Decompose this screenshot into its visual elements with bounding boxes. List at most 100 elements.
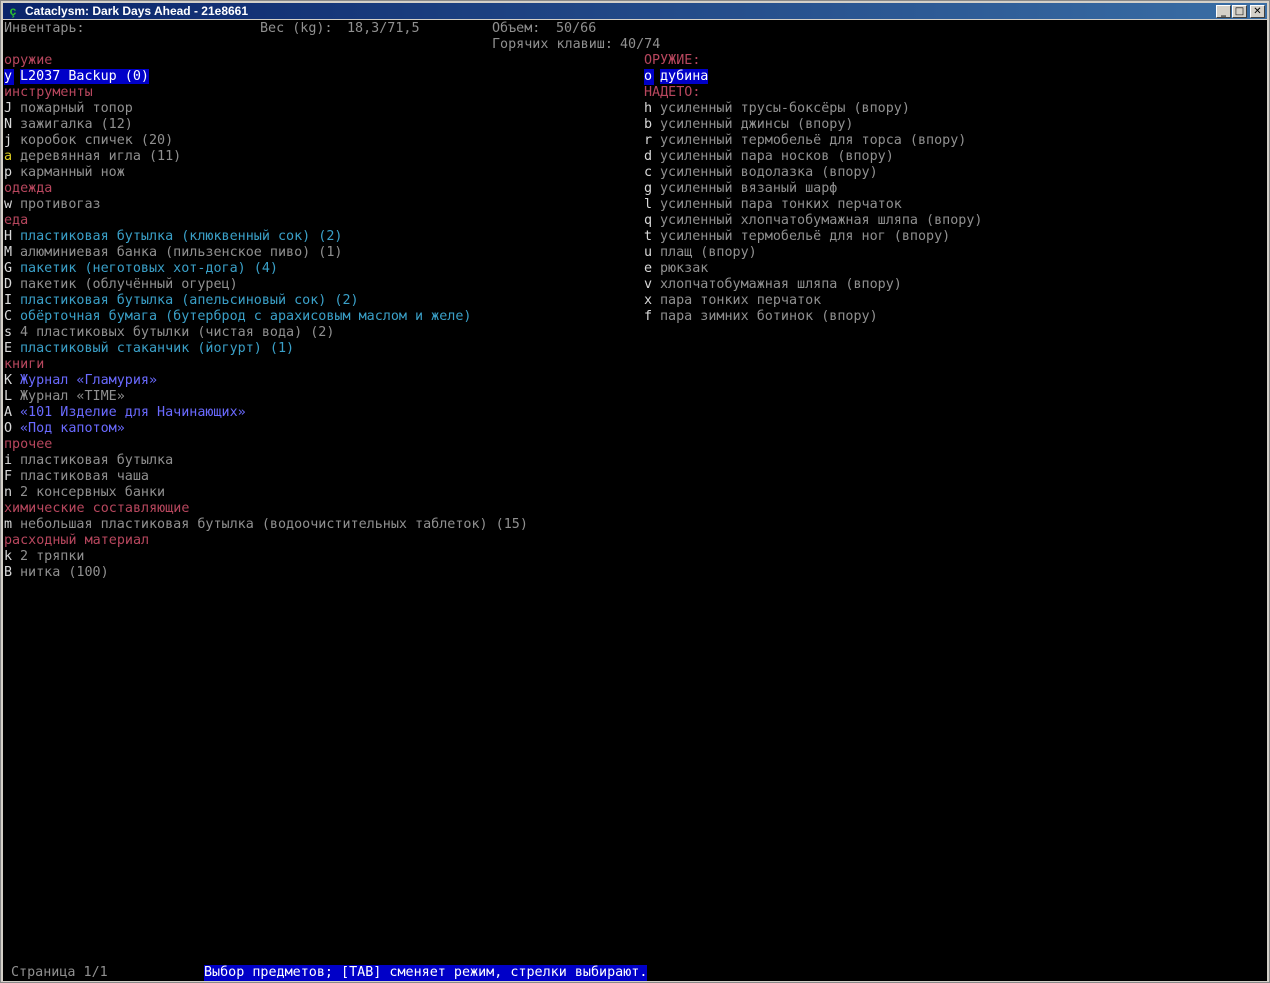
item-hotkey: h [644,101,653,116]
inventory-item[interactable]: O «Под капотом» [4,421,125,437]
category-header: оружие [4,53,52,69]
category-label: книги [4,357,45,372]
app-icon: ç [9,4,17,18]
item-hotkey: b [644,117,653,132]
page-indicator: Страница 1/1 [11,965,108,980]
inventory-item[interactable]: t усиленный термобельё для ног (впору) [644,229,950,245]
inventory-item[interactable]: j коробок спичек (20) [4,133,173,149]
item-name: «101 Изделие для Начинающих» [20,405,246,420]
item-hotkey: q [644,213,653,228]
item-name: Журнал «Гламурия» [20,373,158,388]
item-name: пластиковый стаканчик (йогурт) (1) [20,341,295,356]
inventory-item[interactable]: Jпожарный топор [4,101,133,117]
inventory-item[interactable]: Fпластиковая чаша [4,469,149,485]
minimize-button[interactable]: _ [1216,5,1231,18]
item-hotkey: M [4,245,13,260]
inventory-item[interactable]: y L2037 Backup (0) [4,69,149,85]
item-name: пакетик (неготовых хот-дога) (4) [20,261,278,276]
category-label: НАДЕТО: [644,85,701,100]
item-hotkey: t [644,229,653,244]
item-hotkey: I [4,293,13,308]
inventory-item[interactable]: Mалюминиевая банка (пильзенское пиво) (1… [4,245,342,261]
inventory-item[interactable]: q усиленный хлопчатобумажная шляпа (впору… [644,213,982,229]
item-hotkey: k [4,549,13,564]
item-hotkey: x [644,293,653,308]
maximize-button[interactable]: □ [1232,5,1247,18]
inventory-item[interactable]: n 2 консервных банки [4,485,165,501]
inventory-item[interactable]: h усиленный трусы-боксёры (впору) [644,101,910,117]
inventory-item[interactable]: o дубина [644,69,709,85]
category-header: книги [4,357,44,373]
item-name: алюминиевая банка (пильзенское пиво) (1) [20,245,343,260]
inventory-item[interactable]: L Журнал «TIME» [4,389,125,405]
item-name: деревянная игла (11) [20,149,182,164]
category-label: инструменты [4,85,93,100]
inventory-item[interactable]: r усиленный термобельё для торса (впору) [644,133,966,149]
inventory-item[interactable]: Hпластиковая бутылка (клюквенный сок) (2… [4,229,342,245]
item-hotkey: D [4,277,13,292]
item-name: обёрточная бумага (бутерброд с арахисовы… [20,309,472,324]
inventory-item[interactable]: f пара зимних ботинок (впору) [644,309,878,325]
item-name: пластиковая бутылка [20,453,174,468]
inventory-item[interactable]: u плащ (впору) [644,245,757,261]
inventory-item[interactable]: Iпластиковая бутылка (апельсиновый сок) … [4,293,359,309]
item-hotkey: C [4,309,13,324]
inventory-item[interactable]: w противогаз [4,197,101,213]
window-title: Cataclysm: Dark Days Ahead - 21e8661 [25,4,249,18]
inventory-item[interactable]: v хлопчатобумажная шляпа (впору) [644,277,902,293]
item-name: пластиковая бутылка (апельсиновый сок) (… [20,293,359,308]
item-hotkey: K [4,373,13,388]
inventory-item[interactable]: Bнитка (100) [4,565,109,581]
inventory-item[interactable]: a деревянная игла (11) [4,149,181,165]
inventory-item[interactable]: p карманный нож [4,165,125,181]
item-name: карманный нож [20,165,125,180]
title-bar[interactable]: ç Cataclysm: Dark Days Ahead - 21e8661 _… [3,3,1267,19]
inventory-item[interactable]: e рюкзак [644,261,708,277]
item-name: пожарный топор [20,101,133,116]
inventory-item[interactable]: g усиленный вязаный шарф [644,181,837,197]
item-name: пара зимних ботинок (впору) [660,309,878,324]
category-header: НАДЕТО: [644,85,700,101]
game-window: ç Cataclysm: Dark Days Ahead - 21e8661 _… [0,0,1270,983]
item-hotkey: G [4,261,13,276]
item-name: усиленный хлопчатобумажная шляпа (впору) [660,213,983,228]
item-hotkey: d [644,149,653,164]
item-name: Журнал «TIME» [20,389,125,404]
item-hotkey: v [644,277,653,292]
category-header: одежда [4,181,52,197]
item-name: пластиковая чаша [20,469,149,484]
item-hotkey: J [4,101,13,116]
item-hotkey: o [644,69,654,85]
inventory-item[interactable]: A «101 Изделие для Начинающих» [4,405,246,421]
inventory-item[interactable]: b усиленный джинсы (впору) [644,117,853,133]
inventory-item[interactable]: Gпакетик (неготовых хот-дога) (4) [4,261,278,277]
inventory-item[interactable]: Eпластиковый стаканчик (йогурт) (1) [4,341,294,357]
item-hotkey: s [4,325,13,340]
inventory-item[interactable]: s 4 пластиковых бутылки (чистая вода) (2) [4,325,334,341]
item-hotkey: y [4,69,14,85]
weight-label: Вес (kg): [260,21,333,36]
inventory-item[interactable]: Nзажигалка (12) [4,117,133,133]
status-hint: Выбор предметов; [TAB] сменяет режим, ст… [204,965,648,981]
item-name: 4 пластиковых бутылки (чистая вода) (2) [20,325,335,340]
close-button[interactable]: ✕ [1250,5,1265,18]
inventory-item[interactable]: Cобёрточная бумага (бутерброд с арахисов… [4,309,471,325]
item-hotkey: O [4,421,13,436]
inventory-item[interactable]: Dпакетик (облучённый огурец) [4,277,238,293]
inventory-item[interactable]: i пластиковая бутылка [4,453,173,469]
item-name: небольшая пластиковая бутылка (водоочист… [20,517,528,532]
item-hotkey: l [644,197,653,212]
item-hotkey: j [4,133,13,148]
item-name: усиленный термобельё для ног (впору) [660,229,951,244]
category-label: еда [4,213,29,228]
item-hotkey: F [4,469,13,484]
inventory-item[interactable]: c усиленный водолазка (впору) [644,165,878,181]
item-hotkey: e [644,261,653,276]
inventory-item[interactable]: k 2 тряпки [4,549,85,565]
inventory-item[interactable]: m небольшая пластиковая бутылка (водоочис… [4,517,528,533]
inventory-item[interactable]: l усиленный пара тонких перчаток [644,197,902,213]
inventory-item[interactable]: d усиленный пара носков (впору) [644,149,894,165]
inventory-item[interactable]: K Журнал «Гламурия» [4,373,157,389]
inventory-item[interactable]: x пара тонких перчаток [644,293,821,309]
item-name: 2 тряпки [20,549,85,564]
